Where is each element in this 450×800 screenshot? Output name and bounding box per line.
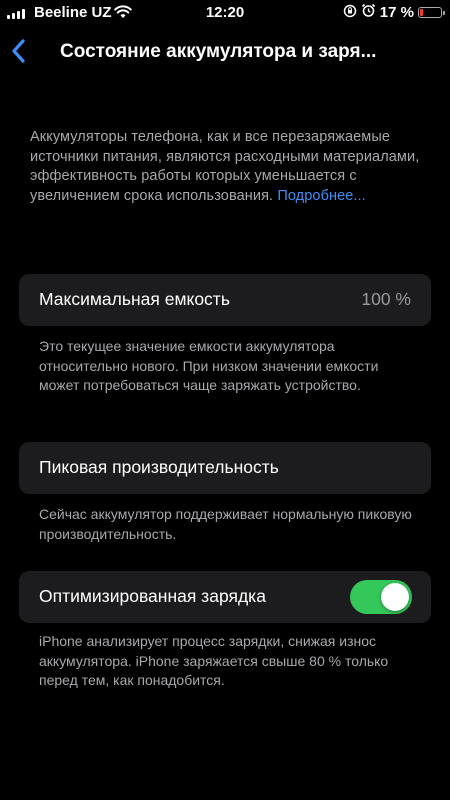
max-capacity-value: 100 % [361, 289, 411, 309]
navigation-bar: Состояние аккумулятора и заря... [0, 30, 450, 74]
optimized-charging-toggle[interactable] [350, 580, 412, 614]
alarm-icon [361, 3, 376, 22]
max-capacity-row: Максимальная емкость 100 % [19, 274, 431, 326]
max-capacity-label: Максимальная емкость [39, 289, 230, 309]
page-title: Состояние аккумулятора и заря... [60, 41, 377, 62]
orientation-lock-icon [343, 4, 357, 22]
battery-percent: 17 % [379, 4, 414, 21]
peak-performance-footnote: Сейчас аккумулятор поддерживает нормальн… [39, 506, 412, 542]
toggle-knob [381, 583, 409, 611]
status-bar: Beeline UZ 12:20 17 % [0, 0, 450, 26]
optimized-charging-row: Оптимизированная зарядка [19, 571, 431, 623]
optimized-charging-footnote: iPhone анализирует процесс зарядки, сниж… [39, 633, 389, 688]
learn-more-link[interactable]: Подробнее... [277, 188, 365, 204]
intro-text: Аккумуляторы телефона, как и все перезар… [30, 128, 420, 206]
chevron-left-icon[interactable] [8, 36, 32, 66]
battery-icon [418, 7, 445, 18]
peak-performance-label: Пиковая производительность [39, 457, 279, 477]
max-capacity-footnote: Это текущее значение емкости аккумулятор… [39, 338, 379, 393]
optimized-charging-label: Оптимизированная зарядка [39, 586, 266, 606]
peak-performance-row: Пиковая производительность [19, 442, 431, 494]
